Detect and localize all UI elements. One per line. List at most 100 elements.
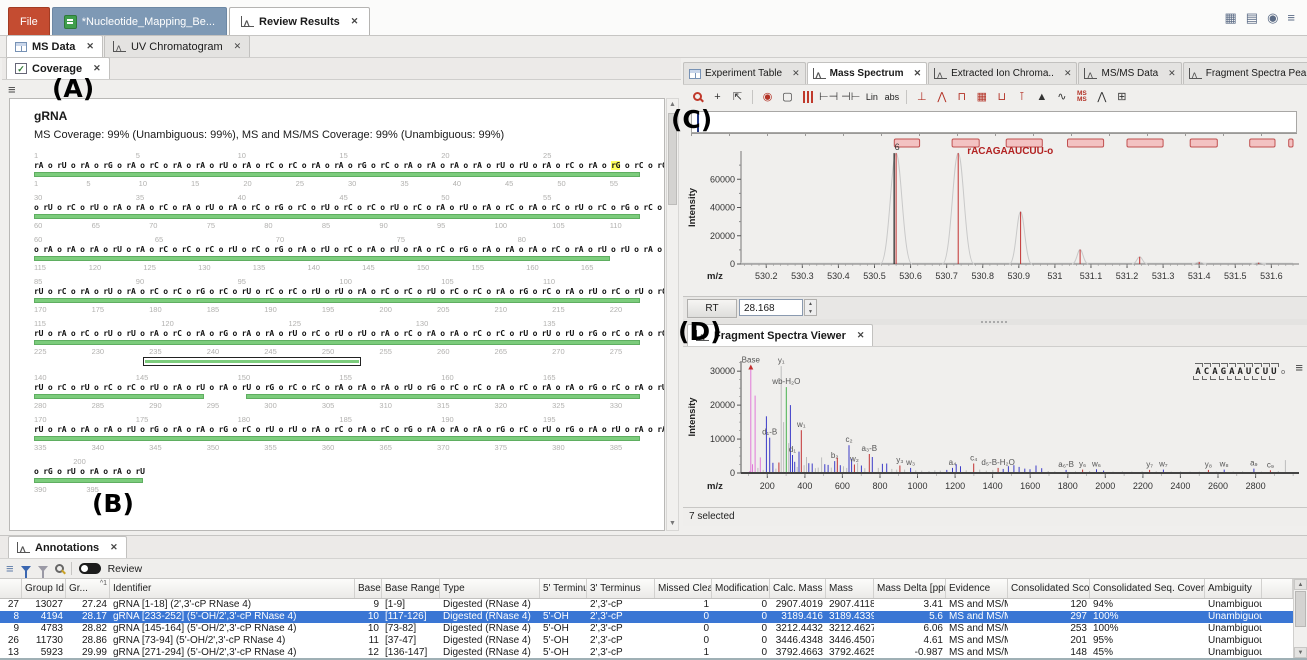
close-icon[interactable]: ✕ xyxy=(86,41,94,52)
table-row[interactable]: 271302727.24gRNA [1-18] (2',3'-cP RNase … xyxy=(0,599,1293,611)
scrollbar-thumb[interactable] xyxy=(1295,591,1306,627)
heatmap-icon[interactable]: ▦ xyxy=(973,88,990,105)
table-row[interactable]: 261173028.86gRNA [73-94] (5'-OH/2',3'-cP… xyxy=(0,635,1293,647)
tab-fragment-spectra-pea[interactable]: Fragment Spectra Pea..✕ xyxy=(1183,62,1307,84)
panel-menu-icon[interactable]: ≡ xyxy=(8,84,16,96)
tab-fragment-spectra-viewer[interactable]: Fragment Spectra Viewer ✕ xyxy=(687,324,873,346)
sequence-row-7[interactable]: 170175180185190195rU o rA o rA o rA o rU… xyxy=(34,415,640,452)
close-icon[interactable]: ✕ xyxy=(792,68,800,79)
filter-icon[interactable] xyxy=(21,566,31,572)
scroll-up-icon[interactable]: ▲ xyxy=(1294,579,1307,590)
msms-icon[interactable]: MS MS xyxy=(1073,88,1090,105)
column-header-consolidated-score[interactable]: Consolidated Score xyxy=(1008,579,1090,598)
fit-icon[interactable]: ⇱ xyxy=(729,88,746,105)
menu-icon[interactable]: ≡ xyxy=(1287,10,1295,26)
smooth-icon[interactable]: ∿ xyxy=(1053,88,1070,105)
stem-plot-icon[interactable]: ⊔ xyxy=(993,88,1010,105)
layout-icon[interactable]: ▦ xyxy=(1224,10,1236,26)
annotations-table[interactable]: Group IdGr...^1IdentifierBasesBase Range… xyxy=(0,579,1293,658)
column-header-ambiguity[interactable]: Ambiguity xyxy=(1205,579,1262,598)
column-header-type[interactable]: Type xyxy=(440,579,540,598)
centroid-icon[interactable]: ◉ xyxy=(759,88,776,105)
close-icon[interactable]: ✕ xyxy=(857,330,865,341)
tab-nucleotide-mapping[interactable]: *Nucleotide_Mapping_Be... xyxy=(52,7,227,35)
sequence-row-4[interactable]: 859095100105110rU o rC o rA o rU o rA o … xyxy=(34,277,640,314)
column-header-mass-delta-ppm[interactable]: Mass Delta [ppm] xyxy=(874,579,946,598)
close-icon[interactable]: ✕ xyxy=(93,63,101,74)
rt-input[interactable]: 28.168 xyxy=(739,299,803,316)
table-row[interactable]: 13592329.99gRNA [271-294] (5'-OH/2',3'-c… xyxy=(0,647,1293,658)
tab-experiment-table[interactable]: Experiment Table✕ xyxy=(683,62,806,84)
tab-review-results[interactable]: Review Results ✕ xyxy=(229,7,370,35)
close-icon[interactable]: ✕ xyxy=(1064,68,1072,79)
pan-icon[interactable]: + xyxy=(709,88,726,105)
column-header-consolidated-seq-coverage[interactable]: Consolidated Seq. Coverage xyxy=(1090,579,1205,598)
labeled-peaks-icon[interactable]: ⊓ xyxy=(953,88,970,105)
sequence-row-8[interactable]: 200o rG o rU o rA o rA o rU390395 xyxy=(34,457,143,494)
tab-ms-ms-data[interactable]: MS/MS Data✕ xyxy=(1078,62,1181,84)
rt-spinner[interactable]: ▲▼ xyxy=(804,299,817,316)
tab-coverage[interactable]: Coverage ✕ xyxy=(6,57,110,79)
close-icon[interactable]: ✕ xyxy=(1168,68,1176,79)
lin-button[interactable]: Lin xyxy=(863,88,880,105)
column-header-mass[interactable]: Mass xyxy=(826,579,874,598)
column-header-missed-cleavages[interactable]: Missed Cleavages xyxy=(655,579,712,598)
column-header-identifier[interactable]: Identifier xyxy=(110,579,355,598)
range-dashed-icon[interactable]: ⊣⊢ xyxy=(841,88,860,105)
coverage-view[interactable]: gRNA MS Coverage: 99% (Unambiguous: 99%)… xyxy=(9,98,665,531)
close-icon[interactable]: ✕ xyxy=(914,68,922,79)
tab-annotations[interactable]: Annotations ✕ xyxy=(8,536,127,558)
column-header-gr[interactable]: Gr...^1 xyxy=(66,579,110,598)
close-icon[interactable]: ✕ xyxy=(110,542,118,553)
data-tables-icon[interactable]: ▤ xyxy=(1246,10,1258,26)
sequence-row-2[interactable]: 303540455055o rU o rC o rU o rA o rA o r… xyxy=(34,193,640,230)
tab-file[interactable]: File xyxy=(8,7,50,35)
abs-button[interactable]: abs xyxy=(883,88,900,105)
selected-fragment-box[interactable] xyxy=(34,356,640,368)
sequence-row-1[interactable]: 1510152025rA o rU o rA o rG o rA o rC o … xyxy=(34,151,640,188)
peak-shape-icon[interactable]: ⋀ xyxy=(1093,88,1110,105)
column-header-3-terminus[interactable]: 3' Terminus xyxy=(587,579,655,598)
sequence-row-5[interactable]: 115120125130135rU o rA o rC o rU o rU o … xyxy=(34,319,640,368)
range-icon[interactable]: ⊢⊣ xyxy=(819,88,838,105)
area-plot-icon[interactable]: ▲ xyxy=(1033,88,1050,105)
column-header-calc-mass[interactable]: Calc. Mass xyxy=(770,579,826,598)
fragment-menu-icon[interactable]: ≡ xyxy=(1295,362,1303,374)
sequence-row-6[interactable]: 140145150155160165rU o rC o rU o rC o rC… xyxy=(34,373,640,410)
column-header-row-number[interactable] xyxy=(0,579,22,598)
column-header-group-id[interactable]: Group Id xyxy=(22,579,66,598)
column-header-evidence[interactable]: Evidence xyxy=(946,579,1008,598)
close-icon[interactable]: ✕ xyxy=(351,16,359,27)
scrollbar-thumb[interactable] xyxy=(668,113,677,205)
scroll-down-icon[interactable]: ▼ xyxy=(667,518,678,530)
marker-icon[interactable]: ⊺ xyxy=(1013,88,1030,105)
list-icon[interactable]: ≡ xyxy=(6,563,14,575)
tile-icon[interactable]: ⊞ xyxy=(1113,88,1130,105)
column-header-modifications[interactable]: Modifications xyxy=(712,579,770,598)
scroll-down-icon[interactable]: ▼ xyxy=(1294,647,1307,658)
isotope-lines-icon[interactable] xyxy=(799,88,816,105)
mass-spectrum-chart[interactable]: 0200004000060000530.2530.3530.4530.5530.… xyxy=(683,138,1303,301)
annotations-scrollbar[interactable]: ▲ ▼ xyxy=(1293,579,1307,658)
review-toggle[interactable] xyxy=(79,563,101,574)
coverage-scrollbar[interactable]: ▲ ▼ xyxy=(666,98,679,531)
spectrum-overview-strip[interactable] xyxy=(691,111,1297,133)
table-row[interactable]: 8419428.17gRNA [233-252] (5'-OH/2',3'-cP… xyxy=(0,611,1293,623)
sequence-row-3[interactable]: 6065707580o rA o rA o rA o rU o rA o rC … xyxy=(34,235,610,272)
help-icon[interactable]: ◉ xyxy=(1267,10,1278,26)
zoom-icon[interactable] xyxy=(689,88,706,105)
tab-ms-data[interactable]: MS Data ✕ xyxy=(6,35,103,57)
tab-mass-spectrum[interactable]: Mass Spectrum✕ xyxy=(807,62,927,84)
tab-extracted-ion-chroma[interactable]: Extracted Ion Chroma..✕ xyxy=(928,62,1077,84)
overview-cursor[interactable] xyxy=(697,112,699,132)
filter-outline-icon[interactable] xyxy=(38,566,48,572)
column-header-base-range[interactable]: Base Range xyxy=(382,579,440,598)
column-header-bases[interactable]: Bases xyxy=(355,579,382,598)
line-plot-icon[interactable]: ⋀ xyxy=(933,88,950,105)
tab-uv-chromatogram[interactable]: UV Chromatogram ✕ xyxy=(104,35,250,57)
find-icon[interactable] xyxy=(55,564,64,573)
table-row[interactable]: 9478328.82gRNA [145-164] (5'-OH/2',3'-cP… xyxy=(0,623,1293,635)
profile-icon[interactable]: ▢ xyxy=(779,88,796,105)
column-header-5-terminus[interactable]: 5' Terminus xyxy=(540,579,587,598)
close-icon[interactable]: ✕ xyxy=(234,41,242,52)
